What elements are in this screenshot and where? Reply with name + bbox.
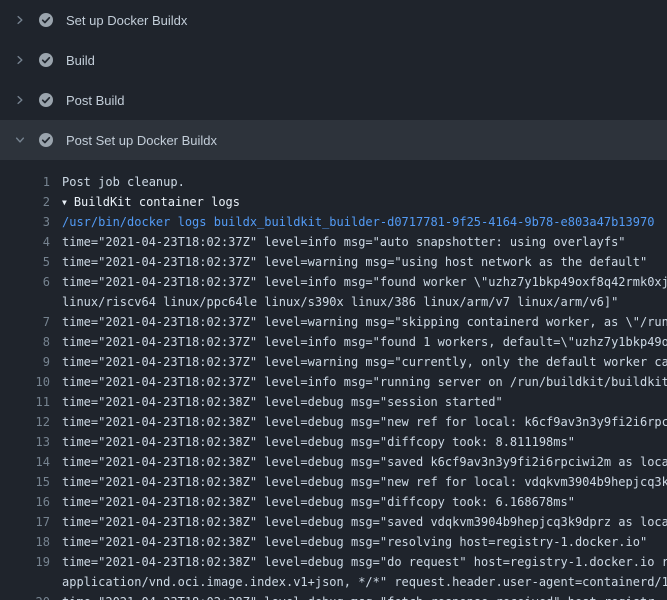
- log-line: 5 time="2021-04-23T18:02:37Z" level=warn…: [0, 252, 667, 272]
- log-line-text: time="2021-04-23T18:02:37Z" level=warnin…: [50, 352, 667, 372]
- log-lines: 1 Post job cleanup. 2 ▼ BuildKit containe…: [0, 172, 667, 600]
- log-line-text: time="2021-04-23T18:02:37Z" level=info m…: [50, 232, 667, 252]
- log-line-number[interactable]: 3: [0, 212, 50, 232]
- log-line-text: time="2021-04-23T18:02:38Z" level=debug …: [50, 552, 667, 572]
- log-line: 11 time="2021-04-23T18:02:38Z" level=deb…: [0, 392, 667, 412]
- log-line-text: linux/riscv64 linux/ppc64le linux/s390x …: [50, 292, 667, 312]
- log-line-number[interactable]: 18: [0, 532, 50, 552]
- log-line: 2 ▼ BuildKit container logs: [0, 192, 667, 212]
- group-label[interactable]: BuildKit container logs: [74, 195, 240, 209]
- log-line-text: time="2021-04-23T18:02:38Z" level=debug …: [50, 592, 667, 600]
- log-line: application/vnd.oci.image.index.v1+json,…: [0, 572, 667, 592]
- log-line-number[interactable]: 7: [0, 312, 50, 332]
- actions-log-viewer: Set up Docker Buildx Build Post Buil: [0, 0, 667, 600]
- step-section-label: Set up Docker Buildx: [66, 13, 187, 28]
- log-line: 20 time="2021-04-23T18:02:38Z" level=deb…: [0, 592, 667, 600]
- log-line-text: time="2021-04-23T18:02:38Z" level=debug …: [50, 532, 667, 552]
- log-line: 16 time="2021-04-23T18:02:38Z" level=deb…: [0, 492, 667, 512]
- log-line-text: time="2021-04-23T18:02:37Z" level=info m…: [50, 332, 667, 352]
- log-line: 10 time="2021-04-23T18:02:37Z" level=inf…: [0, 372, 667, 392]
- chevron-icon: [14, 134, 26, 146]
- log-line-text: time="2021-04-23T18:02:38Z" level=debug …: [50, 492, 667, 512]
- step-section-label: Post Build: [66, 93, 125, 108]
- log-line-number[interactable]: 9: [0, 352, 50, 372]
- log-line-text: time="2021-04-23T18:02:37Z" level=warnin…: [50, 312, 667, 332]
- log-line: linux/riscv64 linux/ppc64le linux/s390x …: [0, 292, 667, 312]
- log-line: 17 time="2021-04-23T18:02:38Z" level=deb…: [0, 512, 667, 532]
- log-line-number[interactable]: 20: [0, 592, 50, 600]
- log-line-number[interactable]: 1: [0, 172, 50, 192]
- log-line: 13 time="2021-04-23T18:02:38Z" level=deb…: [0, 432, 667, 452]
- log-line: 8 time="2021-04-23T18:02:37Z" level=info…: [0, 332, 667, 352]
- log-line-text: time="2021-04-23T18:02:37Z" level=info m…: [50, 372, 667, 392]
- step-section-header[interactable]: Build: [0, 40, 667, 80]
- log-area: 1 Post job cleanup. 2 ▼ BuildKit containe…: [0, 160, 667, 600]
- log-line-number[interactable]: 13: [0, 432, 50, 452]
- log-line: 12 time="2021-04-23T18:02:38Z" level=deb…: [0, 412, 667, 432]
- log-line-text: time="2021-04-23T18:02:38Z" level=debug …: [50, 512, 667, 532]
- check-circle-icon: [38, 12, 54, 28]
- step-section-label: Post Set up Docker Buildx: [66, 133, 217, 148]
- log-line: 3 /usr/bin/docker logs buildx_buildkit_b…: [0, 212, 667, 232]
- log-line: 7 time="2021-04-23T18:02:37Z" level=warn…: [0, 312, 667, 332]
- step-section-header[interactable]: Post Set up Docker Buildx: [0, 120, 667, 160]
- check-circle-icon: [38, 132, 54, 148]
- log-line-number[interactable]: 12: [0, 412, 50, 432]
- log-line: 14 time="2021-04-23T18:02:38Z" level=deb…: [0, 452, 667, 472]
- log-line-number[interactable]: 4: [0, 232, 50, 252]
- log-line-text: time="2021-04-23T18:02:38Z" level=debug …: [50, 452, 667, 472]
- log-line: 9 time="2021-04-23T18:02:37Z" level=warn…: [0, 352, 667, 372]
- log-line-text: time="2021-04-23T18:02:38Z" level=debug …: [50, 412, 667, 432]
- check-circle-icon: [38, 92, 54, 108]
- log-line-number[interactable]: 2: [0, 192, 50, 212]
- log-line: 19 time="2021-04-23T18:02:38Z" level=deb…: [0, 552, 667, 572]
- check-circle-icon: [38, 52, 54, 68]
- log-line-number[interactable]: [0, 292, 50, 312]
- log-line-number[interactable]: 11: [0, 392, 50, 412]
- step-section-header[interactable]: Set up Docker Buildx: [0, 0, 667, 40]
- log-line: 1 Post job cleanup.: [0, 172, 667, 192]
- log-line-text: time="2021-04-23T18:02:38Z" level=debug …: [50, 472, 667, 492]
- step-section-header[interactable]: Post Build: [0, 80, 667, 120]
- log-line-text: time="2021-04-23T18:02:37Z" level=warnin…: [50, 252, 667, 272]
- group-toggle-icon[interactable]: ▼: [62, 193, 67, 212]
- log-line-text: Post job cleanup.: [50, 172, 667, 192]
- log-line: 6 time="2021-04-23T18:02:37Z" level=info…: [0, 272, 667, 292]
- log-line-number[interactable]: 8: [0, 332, 50, 352]
- log-line-text: time="2021-04-23T18:02:37Z" level=info m…: [50, 272, 667, 292]
- log-line-number[interactable]: 17: [0, 512, 50, 532]
- log-line-number[interactable]: 15: [0, 472, 50, 492]
- log-line-number[interactable]: 5: [0, 252, 50, 272]
- step-sections: Set up Docker Buildx Build Post Buil: [0, 0, 667, 160]
- log-line: 4 time="2021-04-23T18:02:37Z" level=info…: [0, 232, 667, 252]
- log-line-text: ▼ BuildKit container logs: [50, 192, 667, 212]
- chevron-icon: [14, 54, 26, 66]
- log-line-number[interactable]: 10: [0, 372, 50, 392]
- log-line-number[interactable]: 6: [0, 272, 50, 292]
- log-line-number[interactable]: 19: [0, 552, 50, 572]
- log-line: 18 time="2021-04-23T18:02:38Z" level=deb…: [0, 532, 667, 552]
- log-line-text: application/vnd.oci.image.index.v1+json,…: [50, 572, 667, 592]
- chevron-icon: [14, 14, 26, 26]
- log-line: 15 time="2021-04-23T18:02:38Z" level=deb…: [0, 472, 667, 492]
- log-line-text: time="2021-04-23T18:02:38Z" level=debug …: [50, 432, 667, 452]
- log-line-number[interactable]: 14: [0, 452, 50, 472]
- chevron-icon: [14, 94, 26, 106]
- log-line-number[interactable]: 16: [0, 492, 50, 512]
- log-line-number[interactable]: [0, 572, 50, 592]
- log-line-text: time="2021-04-23T18:02:38Z" level=debug …: [50, 392, 667, 412]
- step-section-label: Build: [66, 53, 95, 68]
- log-line-text: /usr/bin/docker logs buildx_buildkit_bui…: [50, 212, 667, 232]
